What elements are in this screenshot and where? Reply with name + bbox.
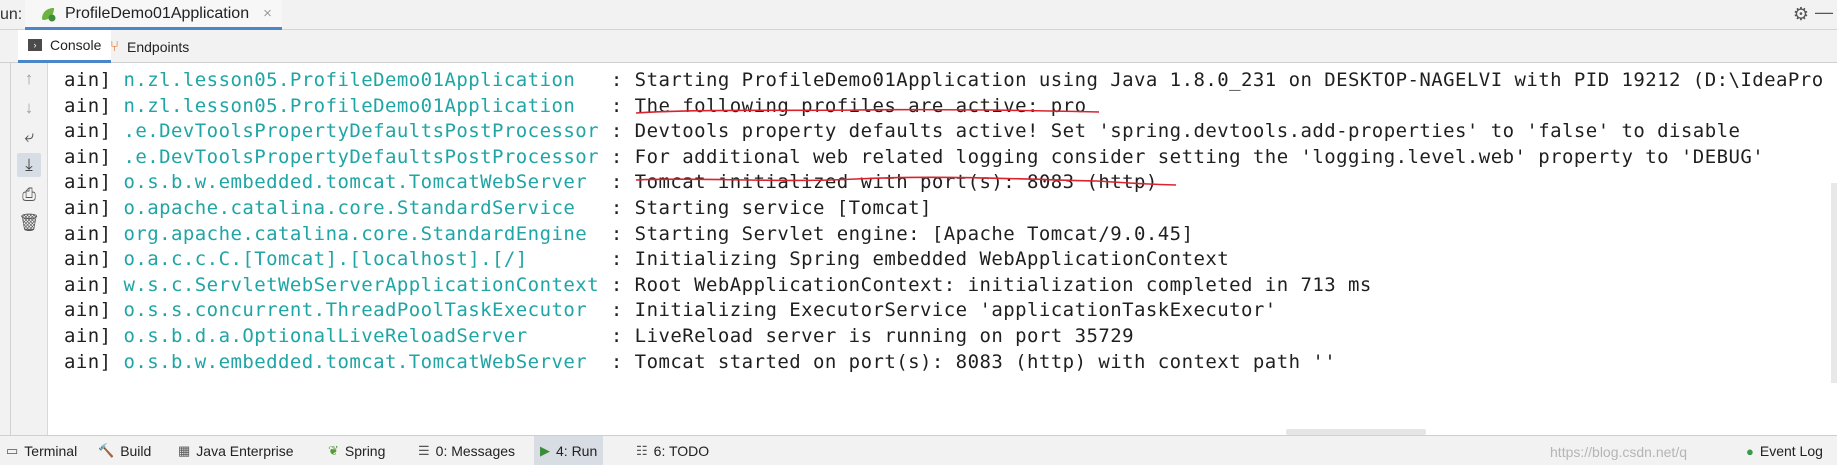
run-subtabs: › Console ⑂ Endpoints [0,30,1837,63]
terminal-icon: ▭ [6,443,19,458]
close-tab-icon[interactable]: × [263,5,272,22]
console-toolbar: ↑ ↓ ⤶ ⤓ ⎙ 🗑 [0,63,48,435]
run-config-tab-label: ProfileDemo01Application [65,4,250,22]
log-line: ain] o.s.b.w.embedded.tomcat.TomcatWebSe… [64,350,1337,373]
tab-console[interactable]: › Console [18,30,112,63]
spring-boot-run-icon [42,7,56,21]
run-tool-window-header: un: ProfileDemo01Application × ⚙ — [0,0,1837,30]
tab-run[interactable]: ▶ 4: Run [534,436,604,465]
trash-icon[interactable]: 🗑 [17,211,41,235]
hammer-icon: 🔨 [98,443,115,458]
run-config-tab[interactable]: ProfileDemo01Application × [25,0,282,30]
up-arrow-icon[interactable]: ↑ [17,67,41,91]
spring-leaf-icon: ❦ [328,443,339,458]
run-icon: ▶ [540,443,550,458]
event-log-icon: ● [1746,443,1754,459]
tab-event-log[interactable]: ● Event Log [1740,436,1829,465]
tab-spring[interactable]: ❦ Spring [322,436,391,465]
soft-wrap-icon[interactable]: ⤶ [17,125,41,149]
scroll-to-end-icon[interactable]: ⤓ [17,153,41,177]
run-label: un: [0,6,23,23]
tab-java-enterprise[interactable]: ▦ Java Enterprise [172,436,300,465]
endpoints-icon: ⑂ [110,38,120,55]
todo-list-icon: ☷ [636,443,648,458]
tab-endpoints[interactable]: ⑂ Endpoints [100,30,199,63]
tab-build[interactable]: 🔨 Build [92,436,157,465]
gear-icon[interactable]: ⚙ [1793,4,1809,25]
console-output[interactable]: ain] n.zl.lesson05.ProfileDemo01Applicat… [56,63,1837,435]
watermark: https://blog.csdn.net/q [1550,444,1687,460]
print-icon[interactable]: ⎙ [17,183,41,207]
tab-endpoints-label: Endpoints [127,38,190,55]
tool-window-bar: ▭ Terminal 🔨 Build ▦ Java Enterprise ❦ S… [0,435,1837,465]
toolbar-divider [10,63,11,435]
tab-messages[interactable]: ☰ 0: Messages [412,436,521,465]
minimize-icon[interactable]: — [1815,2,1833,23]
java-enterprise-icon: ▦ [178,443,191,458]
tab-terminal[interactable]: ▭ Terminal [0,436,83,465]
console-icon: › [28,39,42,51]
down-arrow-icon[interactable]: ↓ [17,96,41,120]
tab-console-label: Console [50,37,102,53]
messages-icon: ☰ [418,443,430,458]
tab-todo[interactable]: ☷ 6: TODO [630,436,715,465]
vertical-scrollbar[interactable] [1831,183,1837,383]
